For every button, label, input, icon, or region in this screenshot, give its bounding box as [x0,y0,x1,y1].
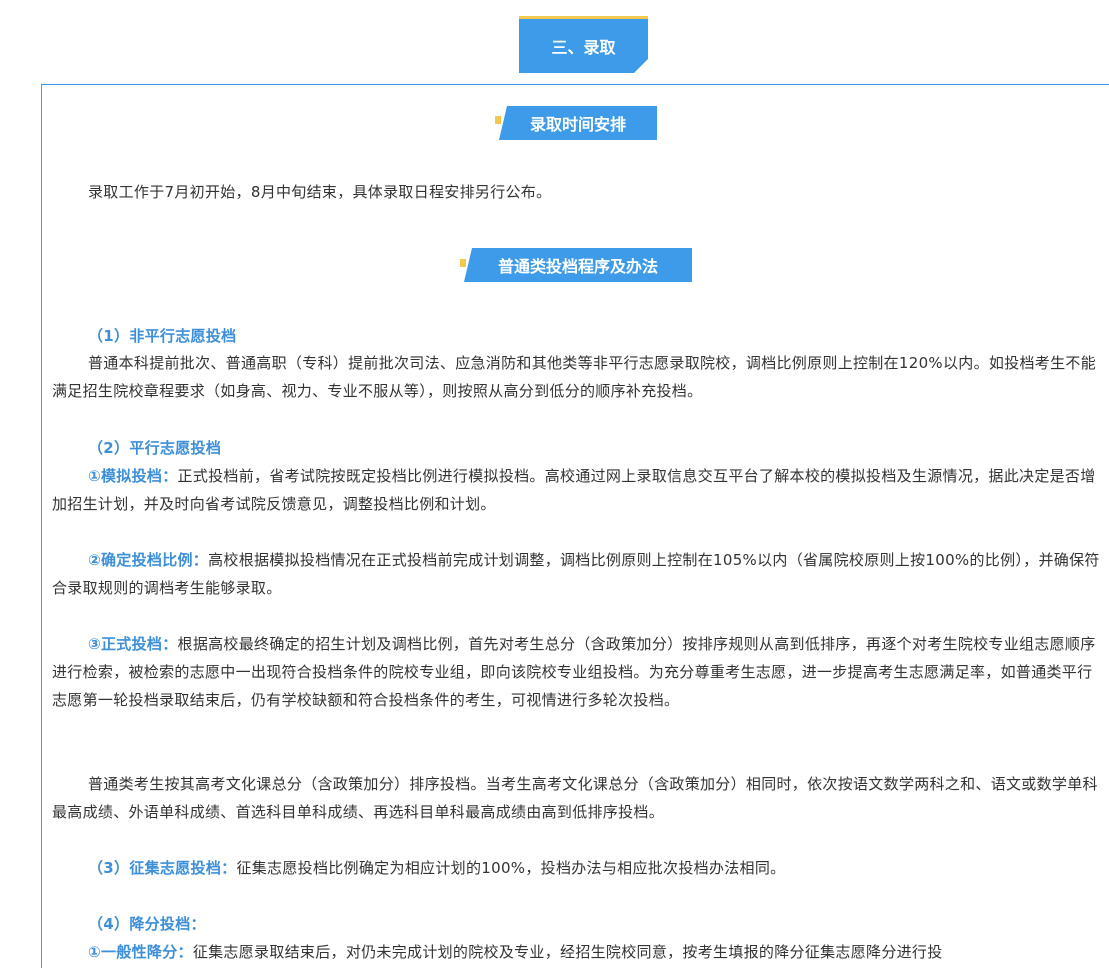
banner-accent [495,116,501,124]
heading-label: （2）平行志愿投档 [88,439,222,457]
banner-accent [460,259,466,267]
heading-parallel: （2）平行志愿投档 [52,434,1102,462]
page: 三、录取 录取时间安排 录取工作于7月初开始，8月中旬结束，具体录取日程安排另行… [0,0,1109,968]
banner-label: 录取时间安排 [529,115,626,134]
paragraph-general-lowering: ①一般性降分：征集志愿录取结束后，对仍未完成计划的院校及专业，经招生院校同意，按… [52,938,1102,966]
item-label: ③正式投档： [88,635,178,653]
item-text: 正式投档前，省考试院按既定投档比例进行模拟投档。高校通过网上录取信息交互平台了解… [52,467,1096,513]
heading-label: （3）征集志愿投档： [88,859,237,877]
item-text: 根据高校最终确定的招生计划及调档比例，首先对考生总分（含政策加分）按排序规则从高… [52,635,1096,709]
item-label: ②确定投档比例： [88,551,209,569]
paragraph-ranking-rule: 普通类考生按其高考文化课总分（含政策加分）排序投档。当考生高考文化课总分（含政策… [52,775,1098,821]
paragraph-formal-filing: ③正式投档：根据高校最终确定的招生计划及调档比例，首先对考生总分（含政策加分）按… [52,630,1102,714]
paragraph-schedule: 录取工作于7月初开始，8月中旬结束，具体录取日程安排另行公布。 [88,183,552,201]
paragraph-solicitation: （3）征集志愿投档：征集志愿投档比例确定为相应计划的100%，投档办法与相应批次… [52,854,1102,882]
section-tab-corner [634,59,648,73]
paragraph-non-parallel: 普通本科提前批次、普通高职（专科）提前批次司法、应急消防和其他类等非平行志愿录取… [52,354,1096,400]
item-text: 征集志愿投档比例确定为相应计划的100%，投档办法与相应批次投档办法相同。 [236,859,786,877]
content-frame [41,84,1109,968]
heading-label: （4）降分投档： [88,915,206,933]
section-tab: 三、录取 [519,16,648,73]
heading-non-parallel: （1）非平行志愿投档 [52,322,1102,350]
item-label: ①模拟投档： [88,467,178,485]
section-tab-label: 三、录取 [551,38,616,57]
item-text: 征集志愿录取结束后，对仍未完成计划的院校及专业，经招生院校同意，按考生填报的降分… [192,943,943,961]
item-text: 高校根据模拟投档情况在正式投档前完成计划调整，调档比例原则上控制在105%以内（… [52,551,1100,597]
paragraph-simulated-filing: ①模拟投档：正式投档前，省考试院按既定投档比例进行模拟投档。高校通过网上录取信息… [52,462,1102,518]
paragraph-filing-ratio: ②确定投档比例：高校根据模拟投档情况在正式投档前完成计划调整，调档比例原则上控制… [52,546,1102,602]
heading-lowered-score: （4）降分投档： [52,910,1102,938]
banner-label: 普通类投档程序及办法 [497,257,658,276]
item-label: ①一般性降分： [88,943,193,961]
banner-general-procedure: 普通类投档程序及办法 [464,248,692,282]
heading-label: （1）非平行志愿投档 [88,327,237,345]
banner-admission-schedule: 录取时间安排 [499,106,657,140]
